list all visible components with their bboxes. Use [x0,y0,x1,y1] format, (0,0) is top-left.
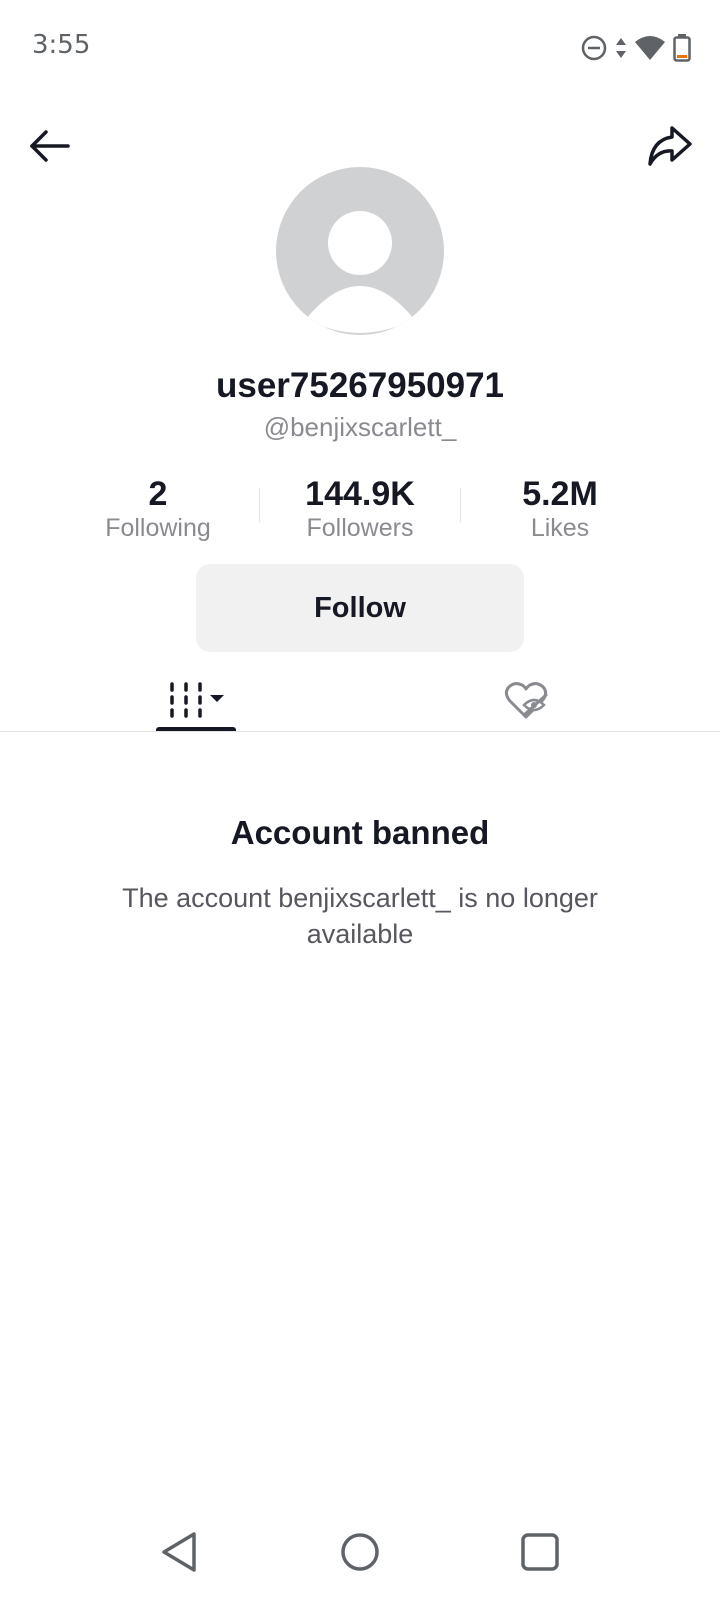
following-count: 2 [148,475,168,513]
avatar [276,167,444,335]
likes-label: Likes [530,514,590,542]
following-label: Following [105,514,211,542]
banned-title: Account banned [230,814,490,851]
stat-following[interactable]: 2 Following [58,474,258,544]
follow-button[interactable]: Follow [196,564,524,652]
share-button[interactable] [642,118,698,174]
arrow-left-icon [30,130,70,162]
wifi-icon [635,36,665,60]
tabs-divider [0,731,720,732]
liked-hidden-icon [504,682,548,719]
status-time: 3:55 [32,30,91,60]
data-arrows-icon [616,38,626,58]
nav-home-icon [341,1533,379,1571]
nav-recents-icon [521,1533,559,1571]
tab-liked[interactable] [486,668,566,732]
username: user75267950971 [215,366,505,405]
followers-label: Followers [306,514,414,542]
status-icons [580,30,692,66]
battery-icon [673,34,691,62]
dnd-icon [581,35,607,61]
stat-followers[interactable]: 144.9K Followers [260,474,460,544]
back-button[interactable] [22,118,78,174]
nav-back-icon [162,1532,196,1572]
default-avatar-icon [306,211,414,333]
chevron-down-icon [210,695,224,702]
tab-videos[interactable] [156,668,236,732]
banned-message: The account benjixscarlett_ is no longer… [122,883,598,949]
likes-count: 5.2M [522,475,598,513]
handle: @benjixscarlett_ [263,412,457,442]
stat-likes[interactable]: 5.2M Likes [460,474,660,544]
share-arrow-icon [648,126,692,166]
profile-stats: 2 Following 144.9K Followers 5.2M Likes [0,474,720,546]
nav-home-button[interactable] [328,1520,392,1584]
followers-count: 144.9K [305,475,415,513]
nav-recents-button[interactable] [508,1520,572,1584]
videos-grid-icon [170,682,224,718]
nav-back-button[interactable] [148,1520,212,1584]
